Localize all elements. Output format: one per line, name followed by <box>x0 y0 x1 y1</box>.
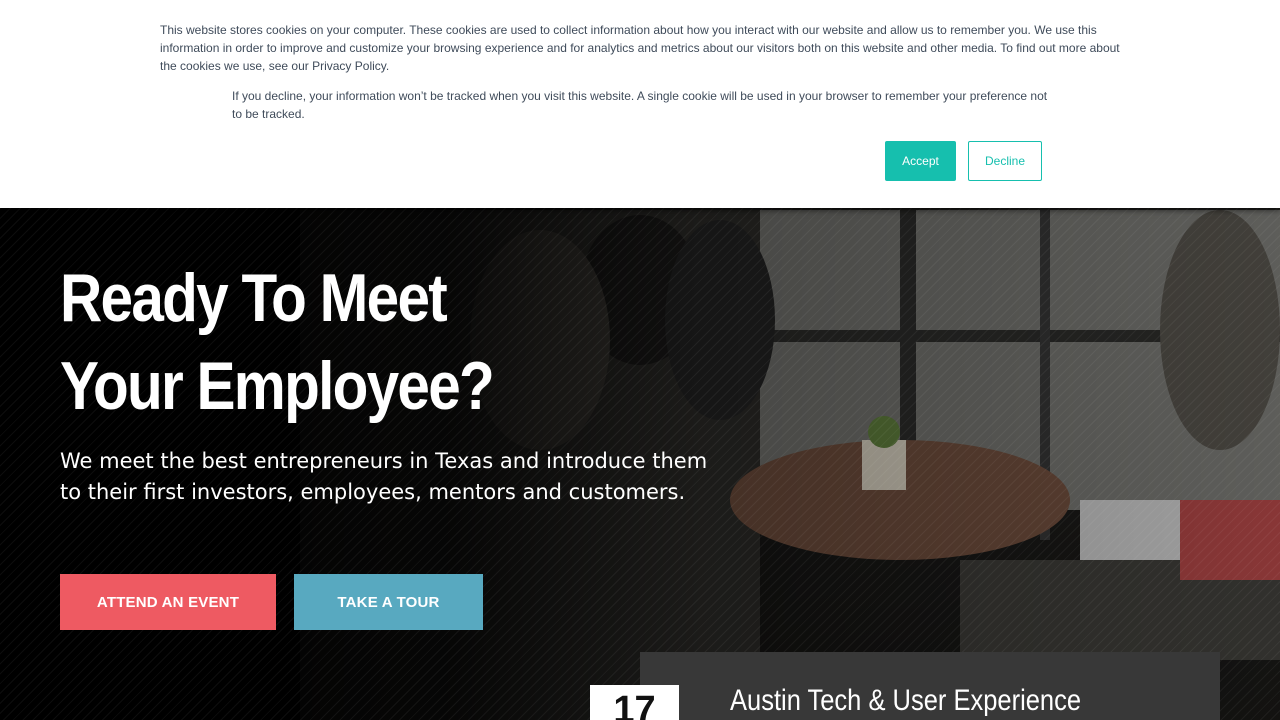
cookie-banner: This website stores cookies on your comp… <box>0 0 1280 208</box>
event-title[interactable]: Austin Tech & User Experience <box>730 684 1081 718</box>
cookie-notice-text: This website stores cookies on your comp… <box>160 23 1120 73</box>
take-tour-button[interactable]: TAKE A TOUR <box>294 574 483 630</box>
event-date-badge: 17 <box>590 685 679 720</box>
accept-cookies-button[interactable]: Accept <box>885 141 956 181</box>
hero-title-line-2: Your Employee? <box>60 348 495 424</box>
hero-title: Ready To Meet Your Employee? <box>60 254 542 430</box>
attend-event-button[interactable]: ATTEND AN EVENT <box>60 574 276 630</box>
hero-subtitle: We meet the best entrepreneurs in Texas … <box>60 449 708 504</box>
hero-title-line-1: Ready To Meet <box>60 260 448 336</box>
cookie-decline-info-text: If you decline, your information won’t b… <box>232 89 1048 121</box>
decline-cookies-button[interactable]: Decline <box>968 141 1042 181</box>
